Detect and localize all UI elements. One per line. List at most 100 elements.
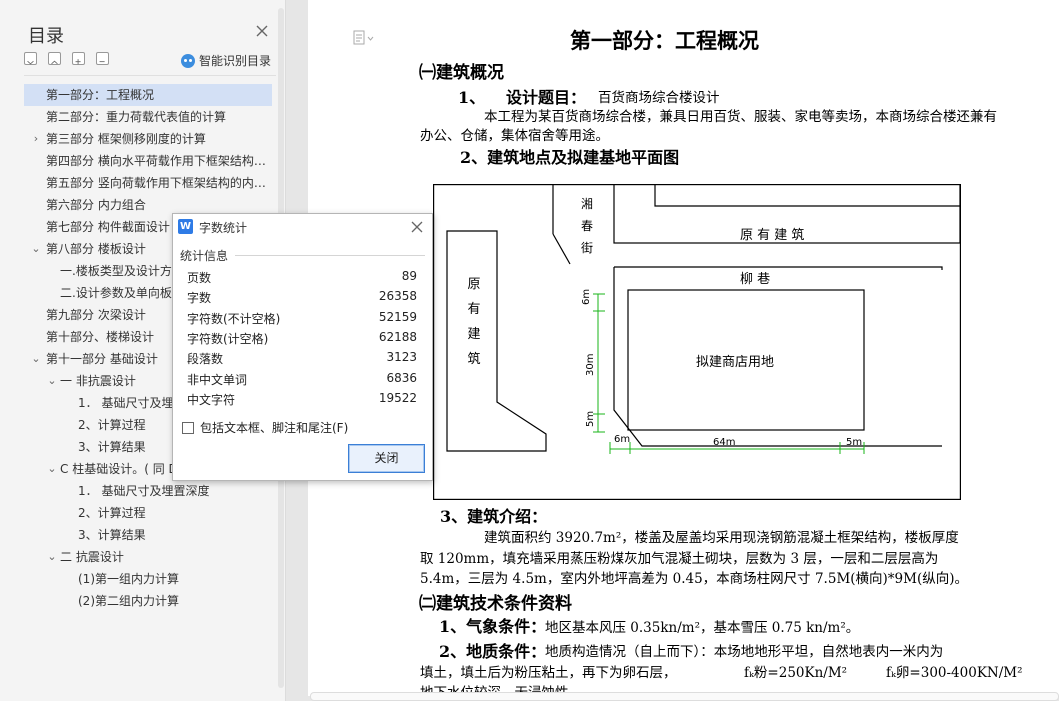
- toc-item-label: (2)第二组内力计算: [78, 594, 179, 608]
- paragraph-line: 办公、仓储，集体宿舍等用途。: [420, 128, 609, 144]
- toc-item-label: 第六部分 内力组合: [46, 198, 146, 212]
- item-text: 百货商场综合楼设计: [598, 90, 720, 106]
- section-heading: ㈡建筑技术条件资料: [419, 594, 572, 614]
- smart-toc-label: 智能识别目录: [199, 54, 272, 68]
- stat-row: 页数 89: [187, 267, 417, 287]
- stats-group-label: 统计信息: [180, 249, 229, 263]
- chevron-right-icon[interactable]: ›: [30, 128, 42, 150]
- toc-item-label: (1)第一组内力计算: [78, 572, 179, 586]
- plan-dim-label: 30m: [585, 354, 596, 376]
- smart-toc-button[interactable]: 智能识别目录: [181, 52, 271, 69]
- horizontal-scrollbar[interactable]: [310, 692, 1059, 701]
- toc-item-label: 一.楼板类型及设计方法: [60, 264, 184, 278]
- document-options-icon[interactable]: [353, 30, 375, 46]
- chevron-down-icon[interactable]: ⌄: [30, 238, 42, 260]
- chevron-down-icon[interactable]: ⌄: [46, 370, 58, 392]
- item-heading: 3、建筑介绍：: [440, 507, 548, 526]
- close-icon[interactable]: [411, 221, 423, 233]
- toc-item-label: 第一部分：工程概况: [46, 88, 155, 102]
- plus-icon[interactable]: [72, 52, 85, 65]
- stat-label: 字符数(不计空格): [187, 311, 281, 326]
- plan-dim-label: 5m: [585, 411, 596, 427]
- plan-dim-label: 64m: [713, 437, 735, 448]
- chevron-down-icon[interactable]: ⌄: [30, 348, 42, 370]
- plan-dim-label: 6m: [614, 434, 630, 445]
- paragraph-line: 本工程为某百货商场综合楼，兼具日用百货、服装、家电等卖场，本商场综合楼还兼有: [484, 109, 997, 125]
- toc-item-label: 第七部分 构件截面设计: [46, 220, 170, 234]
- item-text: 地区基本风压 0.35kn/m²，基本雪压 0.75 kn/m²。: [545, 620, 860, 636]
- toc-item[interactable]: 第四部分 横向水平荷载作用下框架结构的...: [24, 150, 272, 172]
- stat-label: 字数: [187, 291, 212, 306]
- toc-item-label: 2、计算过程: [78, 418, 146, 432]
- toc-item[interactable]: 第一部分：工程概况: [24, 84, 272, 106]
- paragraph-line: 填土，填土后为粉压粘土，再下为卵石层，: [420, 665, 677, 681]
- toc-title: 目录: [28, 26, 64, 47]
- toc-item[interactable]: 第二部分：重力荷载代表值的计算: [24, 106, 272, 128]
- robot-icon: [181, 53, 195, 68]
- plan-dim-label: 6m: [581, 289, 592, 305]
- group-divider: [235, 255, 425, 256]
- toc-item-label: 一 非抗震设计: [60, 374, 136, 388]
- item-number: 1、: [458, 88, 486, 107]
- stat-row: 中文字符 19522: [187, 389, 417, 409]
- toc-item-label: 第八部分 楼板设计: [46, 242, 146, 256]
- plan-dim-label: 5m: [846, 437, 862, 448]
- toc-item[interactable]: (2)第二组内力计算: [24, 590, 272, 612]
- stat-row: 字符数(不计空格) 52159: [187, 308, 417, 328]
- collapse-all-icon[interactable]: [24, 52, 37, 65]
- stat-label: 页数: [187, 271, 212, 285]
- stat-value: 19522: [378, 390, 417, 405]
- stat-label: 非中文单词: [187, 372, 248, 387]
- word-count-dialog: W 字数统计 统计信息 页数 89 字数 26358 字符数(不计空格) 52159 字符数…: [172, 213, 433, 481]
- toc-item[interactable]: ⌄ 二 抗震设计: [24, 546, 272, 568]
- toc-item-label: 第十一部分 基础设计: [46, 352, 158, 366]
- toc-item-label: 第九部分 次梁设计: [46, 308, 146, 322]
- stat-value: 3123: [386, 350, 417, 365]
- section-heading: ㈠建筑概况: [419, 63, 504, 83]
- toc-item[interactable]: 第五部分 竖向荷载作用下框架结构的内力...: [24, 172, 272, 194]
- stat-row: 非中文单词 6836: [187, 369, 417, 389]
- close-icon[interactable]: [255, 24, 269, 38]
- stat-label: 段落数: [187, 352, 224, 367]
- plan-street-label: 湘春街: [581, 196, 593, 255]
- toc-item-label: 第三部分 框架侧移刚度的计算: [46, 132, 206, 146]
- toc-item-label: 第二部分：重力荷载代表值的计算: [46, 110, 227, 124]
- item-text: 地质构造情况（自上而下）：本场地地形平坦，自然地表内一米内为: [545, 644, 944, 660]
- minus-icon[interactable]: [96, 52, 109, 65]
- dialog-titlebar[interactable]: W 字数统计: [173, 214, 432, 239]
- toc-item[interactable]: 1． 基础尺寸及埋置深度: [24, 480, 272, 502]
- toc-item[interactable]: (1)第一组内力计算: [24, 568, 272, 590]
- stat-value: 26358: [378, 289, 417, 304]
- toc-item-label: 2、计算过程: [78, 506, 146, 520]
- stat-value: 89: [401, 269, 417, 283]
- plan-site-label: 拟建商店用地: [696, 355, 774, 370]
- stat-value: 62188: [378, 329, 417, 344]
- stat-label: 字符数(计空格): [187, 331, 269, 346]
- toc-item[interactable]: › 第三部分 框架侧移刚度的计算: [24, 128, 272, 150]
- paragraph-line: 建筑面积约 3920.7m²，楼盖及屋盖均采用现浇钢筋混凝土框架结构，楼板厚度: [484, 530, 959, 546]
- item-heading: 2、建筑地点及拟建基地平面图: [460, 148, 680, 167]
- toc-divider: [24, 75, 276, 76]
- stat-value: 6836: [386, 370, 417, 385]
- document-title: 第一部分：工程概况: [570, 28, 759, 53]
- paragraph-line: 取 120mm，填充墙采用蒸压粉煤灰加气混凝土砌块，层数为 3 层，一层和二层层…: [420, 551, 939, 567]
- expand-up-icon[interactable]: [48, 52, 61, 65]
- wps-logo-icon: W: [178, 219, 193, 234]
- stat-row: 段落数 3123: [187, 348, 417, 368]
- chevron-down-icon[interactable]: ⌄: [46, 458, 58, 480]
- toc-item-label: 二.设计参数及单向板: [60, 286, 172, 300]
- plan-existing-top-label: 原 有 建 筑: [740, 227, 804, 243]
- toc-item-label: 第五部分 竖向荷载作用下框架结构的内力...: [46, 176, 272, 190]
- stat-label: 中文字符: [187, 392, 236, 407]
- checkbox-label: 包括文本框、脚注和尾注(F): [200, 421, 349, 435]
- chevron-down-icon[interactable]: ⌄: [46, 546, 58, 568]
- toc-item-label: 二 抗震设计: [60, 550, 124, 564]
- stat-row: 字符数(计空格) 62188: [187, 328, 417, 348]
- toc-item[interactable]: 2、计算过程: [24, 502, 272, 524]
- toc-item-label: 1． 基础尺寸及埋置深度: [78, 484, 210, 498]
- paragraph-line: 5.4m，三层为 4.5m，室内外地坪高差为 0.45，本商场柱网尺寸 7.5M…: [420, 571, 968, 587]
- checkbox-box[interactable]: [182, 421, 194, 434]
- close-button[interactable]: 关闭: [348, 444, 425, 473]
- toc-item[interactable]: 3、计算结果: [24, 524, 272, 546]
- include-textbox-checkbox[interactable]: 包括文本框、脚注和尾注(F): [182, 419, 348, 436]
